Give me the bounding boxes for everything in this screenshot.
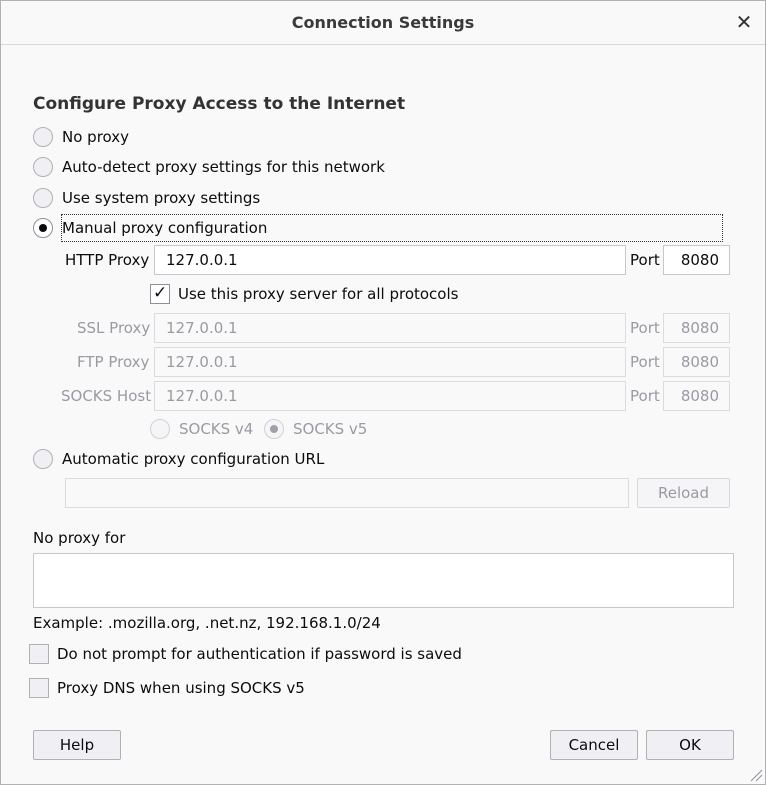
resize-grip-icon[interactable] bbox=[749, 768, 763, 782]
close-icon[interactable]: ✕ bbox=[733, 11, 755, 33]
socks-v4-label[interactable]: SOCKS v4 bbox=[179, 420, 253, 438]
socks-v5-label[interactable]: SOCKS v5 bbox=[293, 420, 367, 438]
manual-proxy-radio[interactable] bbox=[33, 218, 53, 238]
no-prompt-auth-label[interactable]: Do not prompt for authentication if pass… bbox=[57, 645, 462, 663]
http-port-label: Port bbox=[630, 251, 660, 269]
socks-port-label: Port bbox=[630, 387, 660, 405]
title-bar: Connection Settings ✕ bbox=[1, 1, 765, 45]
connection-settings-dialog: Connection Settings ✕ Configure Proxy Ac… bbox=[0, 0, 766, 785]
ssl-proxy-input[interactable]: 127.0.0.1 bbox=[154, 313, 626, 343]
ftp-proxy-label: FTP Proxy bbox=[77, 353, 150, 371]
auto-config-url-input[interactable] bbox=[65, 478, 629, 508]
help-button[interactable]: Help bbox=[33, 730, 121, 760]
http-proxy-label: HTTP Proxy bbox=[65, 251, 150, 269]
ok-button[interactable]: OK bbox=[646, 730, 734, 760]
no-proxy-for-textarea[interactable] bbox=[33, 553, 734, 608]
socks-v4-radio[interactable] bbox=[150, 419, 170, 439]
auto-detect-radio[interactable] bbox=[33, 157, 53, 177]
no-proxy-example: Example: .mozilla.org, .net.nz, 192.168.… bbox=[33, 614, 381, 632]
dialog-title: Connection Settings bbox=[291, 13, 475, 32]
no-prompt-auth-checkbox[interactable] bbox=[29, 644, 49, 664]
ftp-proxy-input[interactable]: 127.0.0.1 bbox=[154, 347, 626, 377]
ssl-proxy-label: SSL Proxy bbox=[77, 319, 151, 337]
all-protocols-checkbox[interactable] bbox=[150, 283, 170, 304]
system-proxy-radio[interactable] bbox=[33, 188, 53, 208]
auto-config-label[interactable]: Automatic proxy configuration URL bbox=[62, 450, 324, 468]
reload-button[interactable]: Reload bbox=[637, 478, 730, 508]
no-proxy-radio[interactable] bbox=[33, 127, 53, 147]
manual-proxy-label[interactable]: Manual proxy configuration bbox=[62, 219, 267, 237]
ftp-port-input[interactable]: 8080 bbox=[663, 347, 730, 377]
all-protocols-label[interactable]: Use this proxy server for all protocols bbox=[178, 285, 458, 303]
proxy-dns-label[interactable]: Proxy DNS when using SOCKS v5 bbox=[57, 679, 305, 697]
no-proxy-label[interactable]: No proxy bbox=[62, 128, 129, 146]
socks-host-label: SOCKS Host bbox=[61, 387, 152, 405]
http-proxy-input[interactable]: 127.0.0.1 bbox=[154, 245, 626, 275]
ftp-port-label: Port bbox=[630, 353, 660, 371]
http-port-input[interactable]: 8080 bbox=[663, 245, 730, 275]
proxy-dns-checkbox[interactable] bbox=[29, 678, 49, 698]
cancel-button[interactable]: Cancel bbox=[550, 730, 638, 760]
no-proxy-for-label: No proxy for bbox=[33, 529, 126, 547]
ssl-port-label: Port bbox=[630, 319, 660, 337]
socks-port-input[interactable]: 8080 bbox=[663, 381, 730, 411]
system-proxy-label[interactable]: Use system proxy settings bbox=[62, 189, 260, 207]
auto-detect-label[interactable]: Auto-detect proxy settings for this netw… bbox=[62, 158, 385, 176]
socks-host-input[interactable]: 127.0.0.1 bbox=[154, 381, 626, 411]
ssl-port-input[interactable]: 8080 bbox=[663, 313, 730, 343]
socks-v5-radio[interactable] bbox=[264, 419, 284, 439]
auto-config-radio[interactable] bbox=[33, 449, 53, 469]
section-heading: Configure Proxy Access to the Internet bbox=[33, 94, 406, 114]
